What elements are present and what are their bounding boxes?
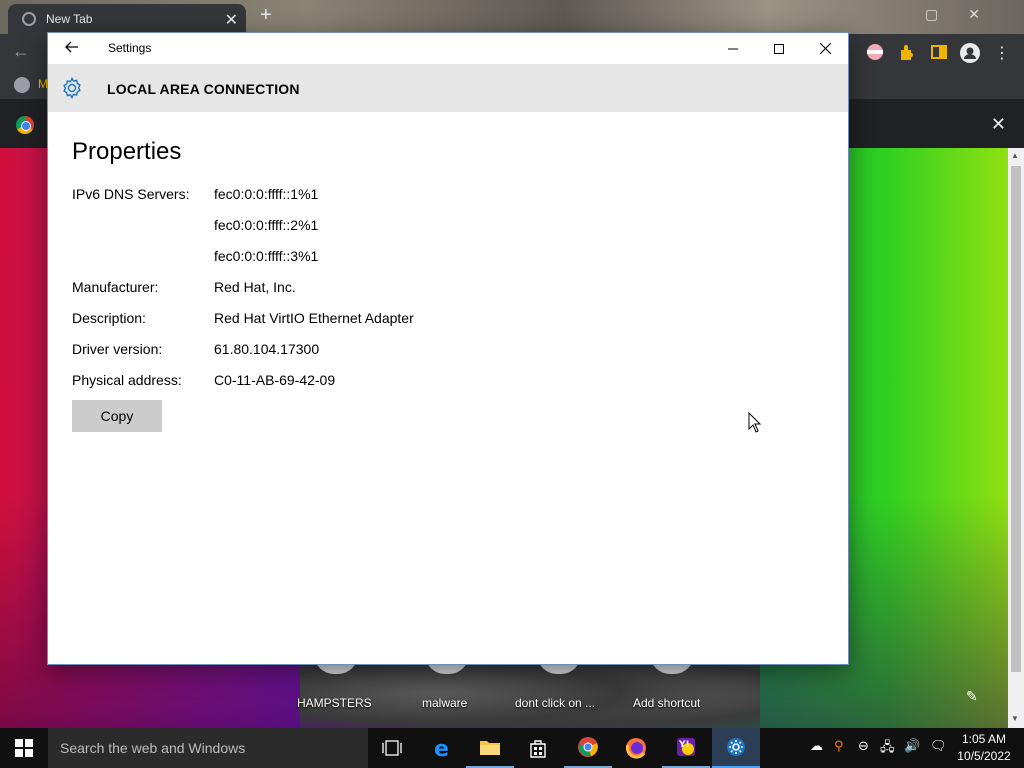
taskbar-clock[interactable]: 1:05 AM 10/5/2022 [954, 731, 1014, 765]
onedrive-cloud-icon[interactable]: ☁ [810, 738, 823, 754]
browser-tab-title: New Tab [46, 12, 93, 26]
copy-button[interactable]: Copy [72, 400, 162, 432]
tab-favicon-icon [22, 12, 36, 26]
property-value-manufacturer: Red Hat, Inc. [214, 279, 296, 295]
property-value-ipv6-dns-2: fec0:0:0:ffff::2%1 [214, 217, 319, 233]
minimize-button[interactable] [710, 33, 756, 64]
search-tray-icon[interactable]: ⚲ [834, 738, 844, 754]
clock-time: 1:05 AM [961, 732, 1007, 746]
scroll-down-arrow-icon[interactable]: ▼ [1011, 714, 1019, 723]
side-panel-icon[interactable] [930, 43, 948, 61]
property-value-ipv6-dns-1: fec0:0:0:ffff::1%1 [214, 186, 319, 202]
shortcut-label-add-shortcut[interactable]: Add shortcut [633, 696, 700, 710]
extensions-puzzle-icon[interactable] [898, 43, 916, 61]
property-label-ipv6-dns: IPv6 DNS Servers: [72, 186, 190, 202]
property-value-ipv6-dns-3: fec0:0:0:ffff::3%1 [214, 248, 319, 264]
edge-icon[interactable]: e [418, 728, 466, 768]
browser-back-icon[interactable]: ← [12, 41, 30, 62]
settings-page-header: LOCAL AREA CONNECTION [48, 64, 848, 112]
taskbar-search-box[interactable]: Search the web and Windows [48, 728, 368, 768]
browser-tab-new-tab[interactable]: New Tab ✕ [8, 4, 246, 34]
store-icon[interactable] [514, 728, 562, 768]
browser-menu-icon[interactable]: ⋮ [994, 43, 1012, 62]
property-value-driver-version: 61.80.104.17300 [214, 341, 320, 357]
task-view-icon[interactable] [368, 728, 416, 768]
start-button[interactable] [0, 728, 48, 768]
property-value-description: Red Hat VirtIO Ethernet Adapter [214, 310, 414, 326]
page-scrollbar-thumb[interactable] [1011, 166, 1021, 672]
taskbar-search-placeholder: Search the web and Windows [60, 740, 246, 756]
section-title: Properties [72, 138, 182, 165]
bookmark-globe-icon [14, 77, 30, 93]
infobar-close-icon[interactable]: ✕ [991, 114, 1006, 135]
new-tab-button[interactable]: + [260, 4, 272, 27]
notifications-icon[interactable]: 🗨 [930, 738, 947, 754]
window-title: Settings [108, 41, 152, 55]
windows-logo-icon [15, 739, 33, 757]
back-arrow-icon[interactable] [64, 39, 80, 55]
network-icon[interactable]: 🖧 [880, 738, 895, 760]
maximize-button[interactable] [756, 33, 802, 64]
mouse-cursor-icon [748, 411, 762, 434]
chrome-icon[interactable] [564, 728, 612, 768]
shortcut-label-dont-click[interactable]: dont click on ... [515, 696, 595, 710]
svg-text:e: e [434, 737, 449, 759]
volume-icon[interactable]: 🔊 [904, 738, 920, 754]
property-value-physical-address: C0-11-AB-69-42-09 [214, 372, 336, 388]
property-label-description: Description: [72, 310, 146, 326]
firefox-icon[interactable] [612, 728, 660, 768]
tray-circle-icon[interactable]: ⊖ [858, 738, 869, 754]
windows-taskbar: Search the web and Windows e Y! ☁ ⚲ ⊖ 🖧 … [0, 728, 1024, 768]
chrome-logo-icon [16, 116, 34, 134]
property-label-manufacturer: Manufacturer: [72, 279, 159, 295]
properties-panel: Properties IPv6 DNS Servers: fec0:0:0:ff… [48, 112, 848, 664]
shortcut-label-malware[interactable]: malware [422, 696, 467, 710]
scroll-up-arrow-icon[interactable]: ▲ [1011, 151, 1019, 160]
yahoo-messenger-icon[interactable]: Y! [662, 728, 710, 768]
clock-date: 10/5/2022 [957, 749, 1011, 763]
tab-close-icon[interactable]: ✕ [225, 10, 238, 30]
profile-avatar-icon[interactable] [960, 43, 980, 63]
settings-title-bar: Settings [48, 33, 848, 64]
close-button[interactable] [802, 33, 848, 64]
file-explorer-icon[interactable] [466, 728, 514, 768]
browser-window-controls[interactable]: ▢✕ [925, 6, 1010, 23]
property-label-driver-version: Driver version: [72, 341, 163, 357]
svg-text:Y!: Y! [678, 740, 690, 750]
property-label-physical-address: Physical address: [72, 372, 182, 388]
shortcut-label-hampsters[interactable]: HAMPSTERS [297, 696, 372, 710]
page-header-title: LOCAL AREA CONNECTION [107, 81, 300, 97]
gear-icon [60, 76, 84, 100]
profile-flag-icon[interactable] [866, 43, 884, 61]
browser-tab-strip: New Tab ✕ + ▢✕ [0, 0, 1024, 34]
customize-pencil-icon[interactable]: ✎ [966, 688, 978, 705]
settings-icon[interactable] [712, 728, 760, 768]
settings-window: Settings LOCAL AREA CONNECTION Propertie… [47, 32, 849, 665]
